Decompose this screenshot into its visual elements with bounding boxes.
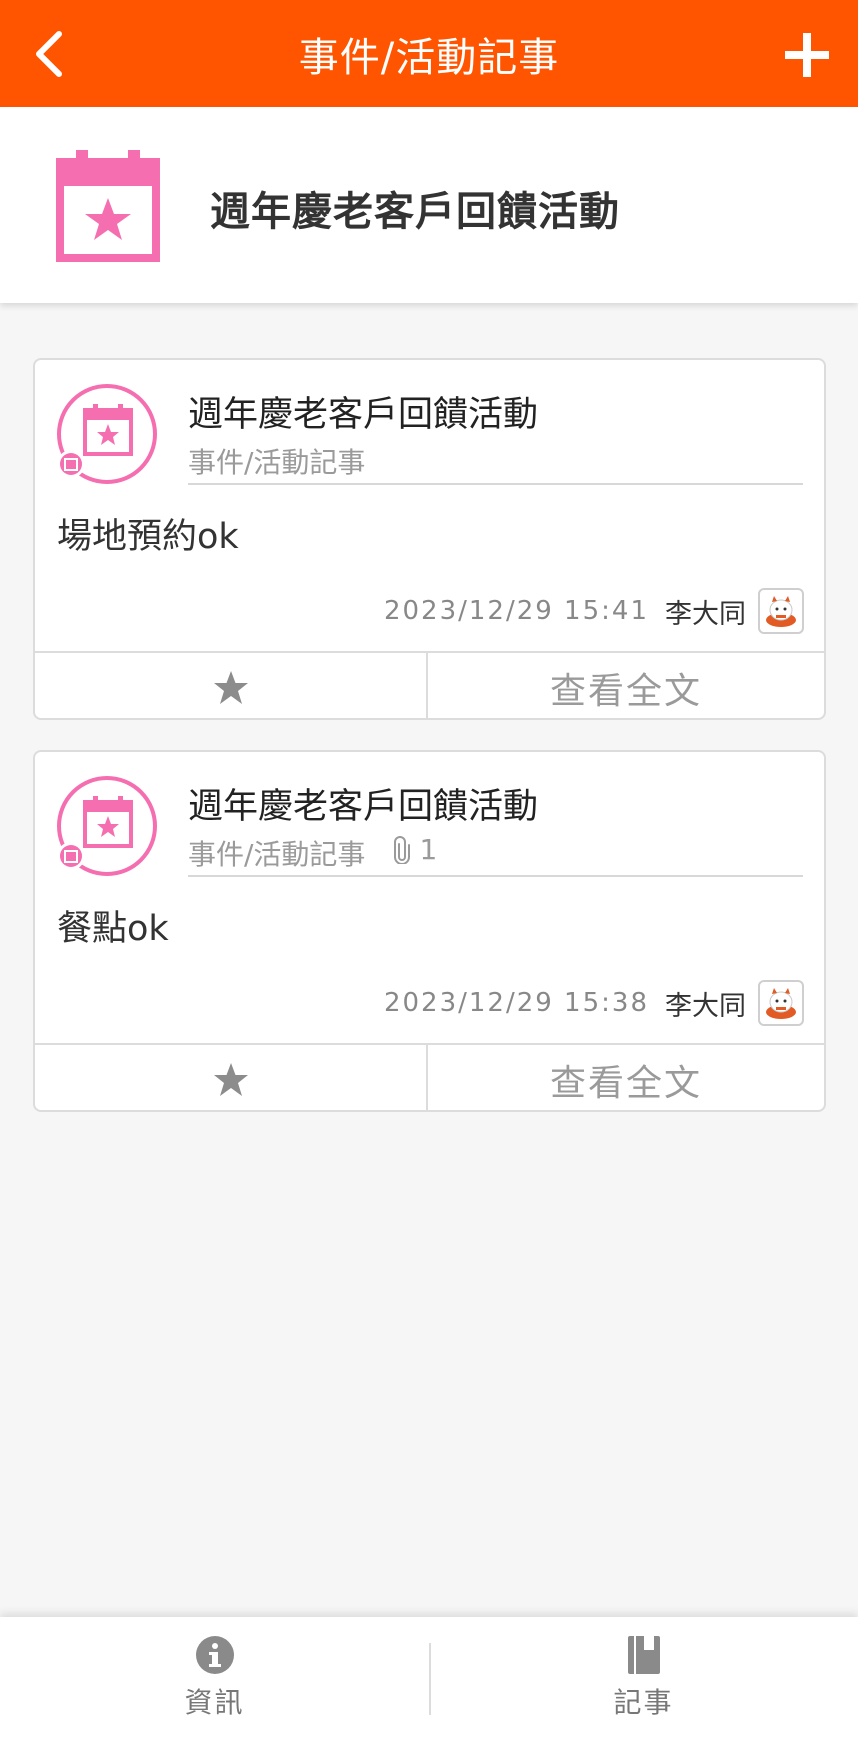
add-button[interactable] — [782, 30, 832, 80]
notebook-icon — [627, 1636, 660, 1674]
card-actions: 查看全文 — [35, 651, 824, 718]
page-title: 事件/活動記事 — [298, 34, 560, 81]
chevron-left-icon — [36, 31, 62, 77]
event-title: 週年慶老客戶回饋活動 — [210, 189, 620, 235]
timestamp: 2023/12/29 15:38 — [383, 988, 649, 1018]
card-category: 事件/活動記事 — [188, 441, 803, 485]
back-button[interactable] — [22, 28, 74, 80]
category-label: 事件/活動記事 — [188, 838, 366, 871]
top-app-bar: 事件/活動記事 — [0, 0, 858, 107]
app-screen: 事件/活動記事 週年慶老客戶回饋活動 週年慶老客戶回饋活動 事件/活動記事 場地… — [0, 0, 858, 1748]
timestamp: 2023/12/29 15:41 — [383, 596, 649, 626]
card-body-text: 場地預約ok — [57, 517, 239, 557]
star-icon — [213, 670, 248, 704]
note-card[interactable]: 週年慶老客戶回饋活動 事件/活動記事 1 餐點ok 2023/12/29 15:… — [33, 750, 826, 1112]
tab-notes[interactable]: 記事 — [429, 1617, 858, 1748]
category-label: 事件/活動記事 — [188, 446, 366, 479]
plus-icon — [785, 33, 829, 77]
attachment-count: 1 — [393, 833, 437, 866]
card-body-text: 餐點ok — [57, 909, 169, 949]
card-meta: 2023/12/29 15:41 李大同 — [384, 588, 804, 634]
view-full-button[interactable]: 查看全文 — [428, 653, 824, 718]
favorite-button[interactable] — [35, 1045, 428, 1110]
lucky-cat-avatar-icon — [766, 988, 796, 1019]
author-avatar — [758, 980, 804, 1026]
card-category: 事件/活動記事 1 — [188, 833, 803, 877]
lucky-cat-avatar-icon — [766, 596, 796, 627]
tab-notes-label: 記事 — [613, 1686, 674, 1719]
event-header: 週年慶老客戶回饋活動 — [0, 107, 858, 303]
author-name: 李大同 — [665, 598, 746, 630]
info-icon — [195, 1636, 234, 1674]
tab-info-label: 資訊 — [184, 1686, 245, 1719]
star-icon — [213, 1062, 248, 1096]
card-title: 週年慶老客戶回饋活動 — [188, 395, 539, 435]
attachment-count-value: 1 — [419, 833, 438, 866]
event-calendar-avatar-icon — [57, 384, 157, 484]
tab-divider — [429, 1643, 431, 1715]
card-meta: 2023/12/29 15:38 李大同 — [384, 980, 804, 1026]
card-actions: 查看全文 — [35, 1043, 824, 1110]
note-card[interactable]: 週年慶老客戶回饋活動 事件/活動記事 場地預約ok 2023/12/29 15:… — [33, 358, 826, 720]
calendar-star-icon — [56, 150, 160, 262]
card-title: 週年慶老客戶回饋活動 — [188, 787, 539, 827]
paperclip-icon — [394, 835, 411, 864]
author-name: 李大同 — [665, 990, 746, 1022]
favorite-button[interactable] — [35, 653, 428, 718]
event-calendar-avatar-icon — [57, 776, 157, 876]
bottom-tab-bar: 資訊 記事 — [0, 1617, 858, 1748]
view-full-button[interactable]: 查看全文 — [428, 1045, 824, 1110]
tab-info[interactable]: 資訊 — [0, 1617, 429, 1748]
author-avatar — [758, 588, 804, 634]
